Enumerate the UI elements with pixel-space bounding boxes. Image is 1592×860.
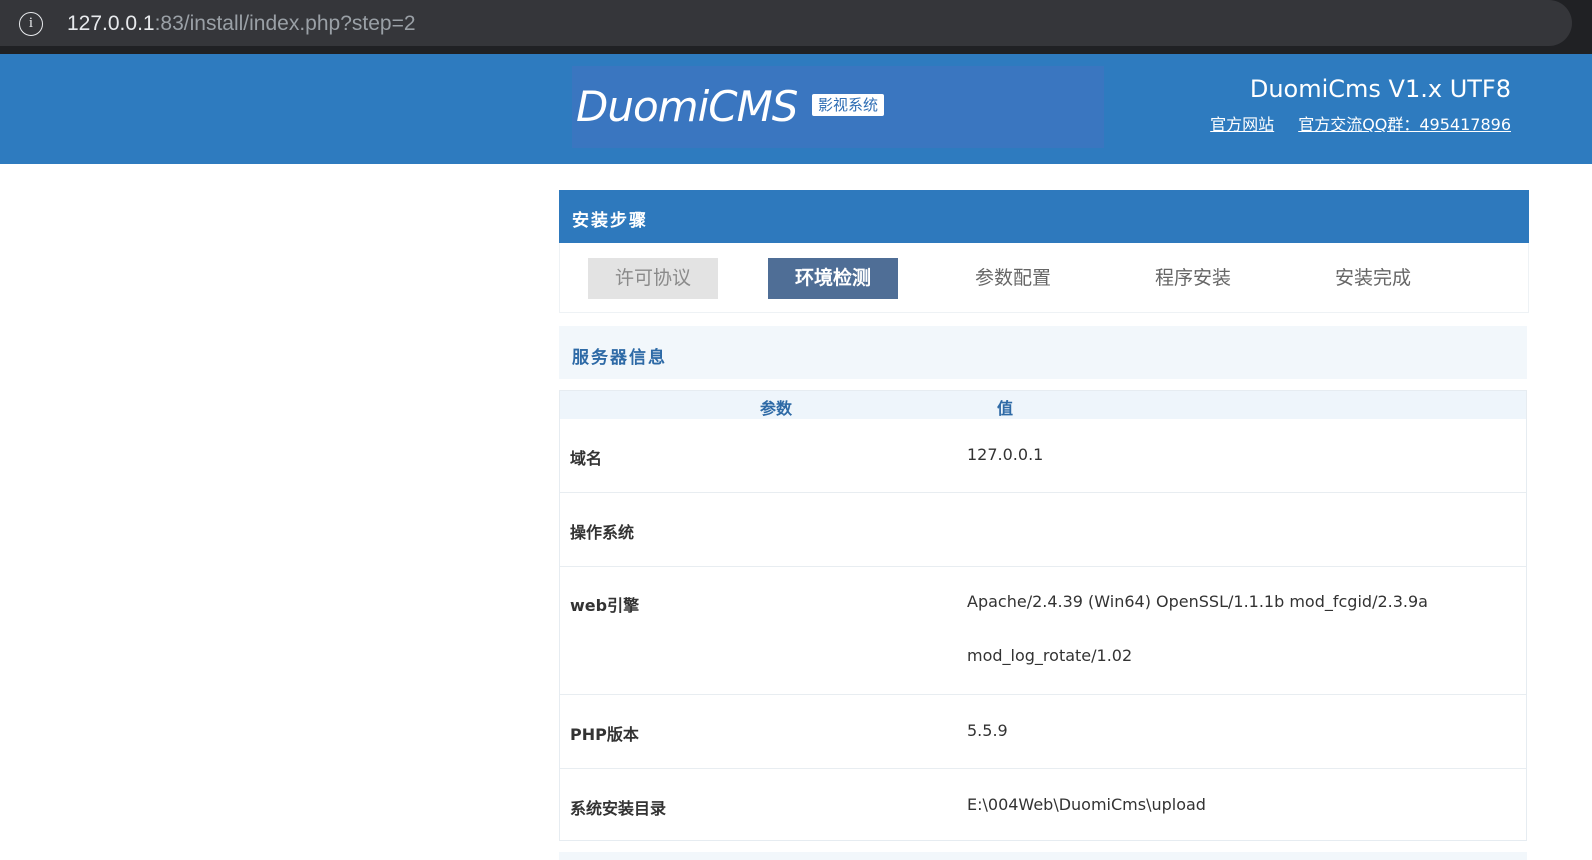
step-complete: 安装完成 [1334,267,1411,289]
row-value: 127.0.0.1 [967,445,1044,464]
steps-title-bar: 安装步骤 [559,190,1529,243]
table-header: 参数 值 [560,391,1526,419]
official-site-link[interactable]: 官方网站 [1210,115,1274,134]
row-key: 域名 [570,449,603,468]
logo: DuomiCMS 影视系统 [572,66,1104,148]
row-key: 操作系统 [570,523,635,542]
row-key: web引擎 [570,596,640,615]
step-config: 参数配置 [974,267,1051,289]
url-text[interactable]: 127.0.0.1:83/install/index.php?step=2 [67,11,416,37]
browser-toolbar: i 127.0.0.1:83/install/index.php?step=2 [0,0,1592,54]
row-value: 5.5.9 [967,721,1008,740]
logo-text: DuomiCMS [576,82,798,131]
step-environment-check: 环境检测 [768,258,898,299]
steps-row: 许可协议 环境检测 参数配置 程序安装 安装完成 [559,243,1529,313]
column-param: 参数 [760,399,793,418]
table-row: 域名 127.0.0.1 [560,419,1526,493]
column-value: 值 [997,399,1014,418]
next-section-strip [559,852,1527,860]
site-version: DuomiCms V1.x UTF8 [1249,75,1511,103]
server-info-title: 服务器信息 [572,348,667,368]
row-value-continued: mod_log_rotate/1.02 [967,646,1133,665]
row-key: 系统安装目录 [570,799,667,818]
server-info-title-bar: 服务器信息 [559,326,1527,379]
steps-title: 安装步骤 [572,211,648,231]
table-row: 系统安装目录 E:\004Web\DuomiCms\upload [560,769,1526,841]
url-host: 127.0.0.1 [67,12,155,35]
address-bar[interactable]: i 127.0.0.1:83/install/index.php?step=2 [0,0,1572,46]
row-value: Apache/2.4.39 (Win64) OpenSSL/1.1.1b mod… [967,592,1428,611]
row-value: E:\004Web\DuomiCms\upload [967,795,1206,814]
site-header: DuomiCMS 影视系统 DuomiCms V1.x UTF8 官方网站 官方交… [0,54,1592,164]
logo-tag: 影视系统 [812,94,885,116]
qq-group-link[interactable]: 官方交流QQ群：495417896 [1298,115,1511,134]
table-row: web引擎 Apache/2.4.39 (Win64) OpenSSL/1.1.… [560,567,1526,695]
step-install: 程序安装 [1154,267,1231,289]
url-path: :83/install/index.php?step=2 [154,12,416,35]
row-key: PHP版本 [570,725,639,744]
header-links: 官方网站 官方交流QQ群：495417896 [1186,115,1511,135]
info-icon[interactable]: i [19,12,43,36]
server-info-table: 参数 值 域名 127.0.0.1 操作系统 web引擎 Apache/2.4.… [559,390,1527,841]
table-row: PHP版本 5.5.9 [560,695,1526,769]
step-license: 许可协议 [588,258,718,299]
table-row: 操作系统 [560,493,1526,567]
